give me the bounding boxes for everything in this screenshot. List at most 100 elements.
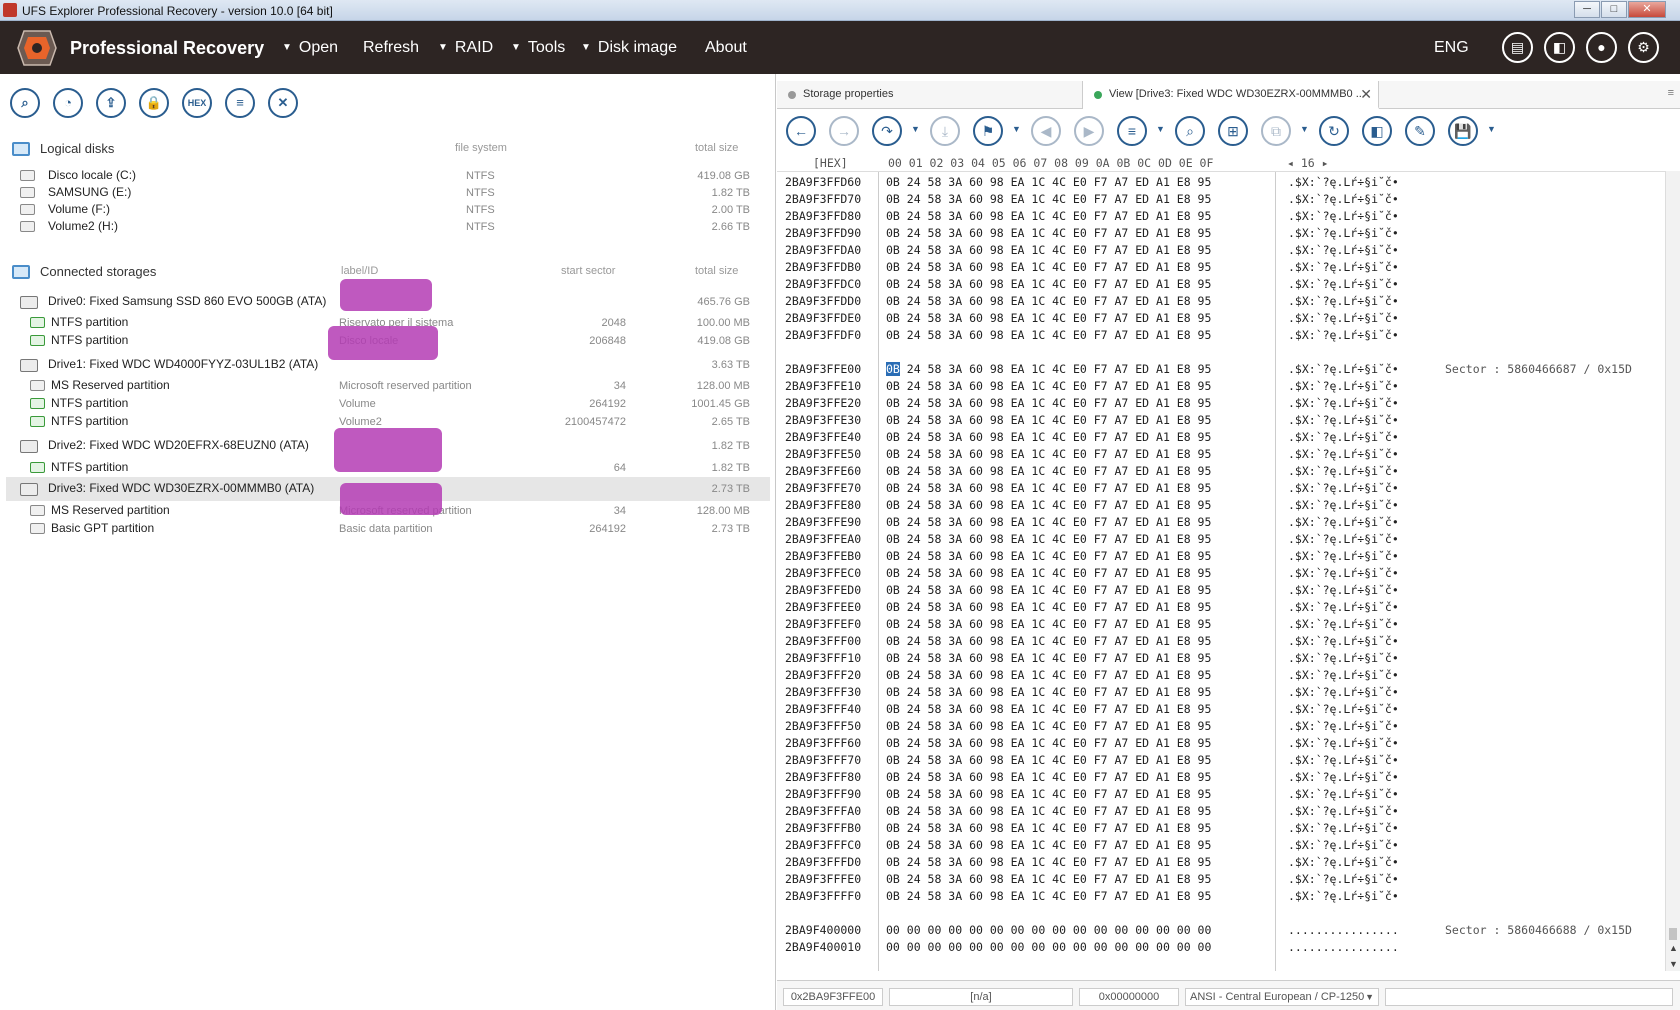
hex-text[interactable]: .$X:`?ę.Lŕ÷§i˘č• — [1288, 175, 1399, 189]
logical-disk-row[interactable]: SAMSUNG (E:) NTFS 1.82 TB — [6, 184, 770, 202]
split-view-icon[interactable]: ◧ — [1362, 116, 1392, 146]
hex-bytes[interactable]: 0B 24 58 3A 60 98 EA 1C 4C E0 F7 A7 ED A… — [886, 634, 1211, 648]
hex-bytes[interactable]: 0B 24 58 3A 60 98 EA 1C 4C E0 F7 A7 ED A… — [886, 260, 1211, 274]
hex-row[interactable]: 2BA9F3FFE10 0B 24 58 3A 60 98 EA 1C 4C E0… — [777, 378, 1665, 395]
hex-text[interactable]: .$X:`?ę.Lŕ÷§i˘č• — [1288, 668, 1399, 682]
hex-row[interactable]: 2BA9F3FFEC0 0B 24 58 3A 60 98 EA 1C 4C E0… — [777, 565, 1665, 582]
hex-row[interactable]: 2BA9F3FFF70 0B 24 58 3A 60 98 EA 1C 4C E0… — [777, 752, 1665, 769]
hex-view-button[interactable]: HEX — [182, 88, 212, 118]
refresh-icon[interactable]: ↻ — [1319, 116, 1349, 146]
hex-bytes[interactable]: 0B 24 58 3A 60 98 EA 1C 4C E0 F7 A7 ED A… — [886, 430, 1211, 444]
bytes-per-row-control[interactable]: ◂ 16 ▸ — [1287, 156, 1329, 170]
mount-icon[interactable]: ⇪ — [96, 88, 126, 118]
hex-bytes[interactable]: 0B 24 58 3A 60 98 EA 1C 4C E0 F7 A7 ED A… — [886, 481, 1211, 495]
hex-bytes[interactable]: 0B 24 58 3A 60 98 EA 1C 4C E0 F7 A7 ED A… — [886, 702, 1211, 716]
hex-bytes[interactable]: 00 00 00 00 00 00 00 00 00 00 00 00 00 0… — [886, 940, 1211, 954]
hex-grid[interactable]: 2BA9F3FFD60 0B 24 58 3A 60 98 EA 1C 4C E0… — [777, 171, 1665, 971]
hex-row[interactable]: 2BA9F3FFE90 0B 24 58 3A 60 98 EA 1C 4C E0… — [777, 514, 1665, 531]
hex-text[interactable]: .$X:`?ę.Lŕ÷§i˘č• — [1288, 634, 1399, 648]
hex-text[interactable]: .$X:`?ę.Lŕ÷§i˘č• — [1288, 379, 1399, 393]
hex-text[interactable]: .$X:`?ę.Lŕ÷§i˘č• — [1288, 821, 1399, 835]
hex-text[interactable]: .$X:`?ę.Lŕ÷§i˘č• — [1288, 192, 1399, 206]
hex-row[interactable]: 2BA9F3FFE40 0B 24 58 3A 60 98 EA 1C 4C E0… — [777, 429, 1665, 446]
download-icon[interactable]: ⤓ — [930, 116, 960, 146]
hex-bytes[interactable]: 0B 24 58 3A 60 98 EA 1C 4C E0 F7 A7 ED A… — [886, 379, 1211, 393]
hex-bytes[interactable]: 0B 24 58 3A 60 98 EA 1C 4C E0 F7 A7 ED A… — [886, 804, 1211, 818]
hex-bytes[interactable]: 0B 24 58 3A 60 98 EA 1C 4C E0 F7 A7 ED A… — [886, 617, 1211, 631]
news-icon[interactable]: ▤ — [1502, 32, 1533, 63]
hex-text[interactable]: .$X:`?ę.Lŕ÷§i˘č• — [1288, 872, 1399, 886]
bookmark-icon[interactable]: ⚑ — [973, 116, 1003, 146]
jump-dropdown-icon[interactable]: ▼ — [911, 124, 920, 134]
hex-bytes[interactable]: 0B 24 58 3A 60 98 EA 1C 4C E0 F7 A7 ED A… — [886, 192, 1211, 206]
hex-row[interactable]: 2BA9F3FFE20 0B 24 58 3A 60 98 EA 1C 4C E0… — [777, 395, 1665, 412]
partition-row[interactable]: Basic GPT partition Basic data partition 2… — [6, 520, 770, 538]
hex-row[interactable]: 2BA9F3FFEA0 0B 24 58 3A 60 98 EA 1C 4C E0… — [777, 531, 1665, 548]
hex-row[interactable]: 2BA9F3FFD70 0B 24 58 3A 60 98 EA 1C 4C E0… — [777, 191, 1665, 208]
hex-text[interactable]: ................ — [1288, 940, 1399, 954]
menu-refresh[interactable]: Refresh — [363, 39, 419, 57]
grid-icon[interactable]: ⊞ — [1218, 116, 1248, 146]
hex-text[interactable]: .$X:`?ę.Lŕ÷§i˘č• — [1288, 311, 1399, 325]
panel-icon[interactable]: ◧ — [1544, 32, 1575, 63]
logical-disk-row[interactable]: Volume2 (H:) NTFS 2.66 TB — [6, 218, 770, 236]
back-icon[interactable]: ← — [786, 116, 816, 146]
hex-text[interactable]: .$X:`?ę.Lŕ÷§i˘č• — [1288, 396, 1399, 410]
partition-row[interactable]: NTFS partition Volume 264192 1001.45 GB — [6, 395, 770, 413]
hex-row[interactable]: 2BA9F3FFDF0 0B 24 58 3A 60 98 EA 1C 4C E0… — [777, 327, 1665, 344]
hex-text[interactable]: .$X:`?ę.Lŕ÷§i˘č• — [1288, 549, 1399, 563]
find-icon[interactable]: ⌕ — [1175, 116, 1205, 146]
hex-text[interactable]: ................ — [1288, 923, 1399, 937]
minimize-button[interactable]: ─ — [1574, 1, 1600, 18]
hex-row[interactable]: 2BA9F3FFF40 0B 24 58 3A 60 98 EA 1C 4C E0… — [777, 701, 1665, 718]
vertical-scrollbar[interactable]: ▲ ▼ — [1665, 171, 1680, 971]
hex-text[interactable]: .$X:`?ę.Lŕ÷§i˘č• — [1288, 566, 1399, 580]
hex-bytes[interactable]: 0B 24 58 3A 60 98 EA 1C 4C E0 F7 A7 ED A… — [886, 515, 1211, 529]
hex-row[interactable]: 2BA9F3FFE00 0B 24 58 3A 60 98 EA 1C 4C E0… — [777, 361, 1665, 378]
hex-row[interactable]: 2BA9F3FFF00 0B 24 58 3A 60 98 EA 1C 4C E0… — [777, 633, 1665, 650]
hex-text[interactable]: .$X:`?ę.Lŕ÷§i˘č• — [1288, 685, 1399, 699]
scroll-thumb[interactable] — [1669, 928, 1677, 940]
menu-open[interactable]: ▼ Open — [282, 39, 338, 57]
hex-text[interactable]: .$X:`?ę.Lŕ÷§i˘č• — [1288, 753, 1399, 767]
hex-text[interactable]: .$X:`?ę.Lŕ÷§i˘č• — [1288, 362, 1399, 376]
hex-row[interactable]: 2BA9F3FFE60 0B 24 58 3A 60 98 EA 1C 4C E0… — [777, 463, 1665, 480]
hex-text[interactable]: .$X:`?ę.Lŕ÷§i˘č• — [1288, 328, 1399, 342]
list-dropdown-icon[interactable]: ▼ — [1156, 124, 1165, 134]
hex-row[interactable]: 2BA9F3FFF60 0B 24 58 3A 60 98 EA 1C 4C E0… — [777, 735, 1665, 752]
hex-bytes[interactable]: 0B 24 58 3A 60 98 EA 1C 4C E0 F7 A7 ED A… — [886, 277, 1211, 291]
jump-icon[interactable]: ↷ — [872, 116, 902, 146]
hex-text[interactable]: .$X:`?ę.Lŕ÷§i˘č• — [1288, 260, 1399, 274]
hex-bytes[interactable]: 0B 24 58 3A 60 98 EA 1C 4C E0 F7 A7 ED A… — [886, 736, 1211, 750]
hex-bytes[interactable]: 0B 24 58 3A 60 98 EA 1C 4C E0 F7 A7 ED A… — [886, 821, 1211, 835]
hex-row[interactable]: 2BA9F3FFF10 0B 24 58 3A 60 98 EA 1C 4C E0… — [777, 650, 1665, 667]
hex-bytes[interactable]: 0B 24 58 3A 60 98 EA 1C 4C E0 F7 A7 ED A… — [886, 447, 1211, 461]
hex-text[interactable]: .$X:`?ę.Lŕ÷§i˘č• — [1288, 787, 1399, 801]
hex-bytes[interactable]: 0B 24 58 3A 60 98 EA 1C 4C E0 F7 A7 ED A… — [886, 498, 1211, 512]
hex-row[interactable]: 2BA9F3FFE30 0B 24 58 3A 60 98 EA 1C 4C E0… — [777, 412, 1665, 429]
hex-text[interactable]: .$X:`?ę.Lŕ÷§i˘č• — [1288, 294, 1399, 308]
hex-row[interactable]: 2BA9F3FFEE0 0B 24 58 3A 60 98 EA 1C 4C E0… — [777, 599, 1665, 616]
hex-text[interactable]: .$X:`?ę.Lŕ÷§i˘č• — [1288, 804, 1399, 818]
forward-icon[interactable]: → — [829, 116, 859, 146]
hex-bytes[interactable]: 00 00 00 00 00 00 00 00 00 00 00 00 00 0… — [886, 923, 1211, 937]
bookmark-dropdown-icon[interactable]: ▼ — [1012, 124, 1021, 134]
hex-row[interactable]: 2BA9F3FFDD0 0B 24 58 3A 60 98 EA 1C 4C E0… — [777, 293, 1665, 310]
hex-text[interactable]: .$X:`?ę.Lŕ÷§i˘č• — [1288, 617, 1399, 631]
hex-text[interactable]: .$X:`?ę.Lŕ÷§i˘č• — [1288, 770, 1399, 784]
hex-row[interactable]: 2BA9F3FFED0 0B 24 58 3A 60 98 EA 1C 4C E0… — [777, 582, 1665, 599]
prev-bookmark-icon[interactable]: ◀ — [1031, 116, 1061, 146]
hex-bytes[interactable]: 0B 24 58 3A 60 98 EA 1C 4C E0 F7 A7 ED A… — [886, 549, 1211, 563]
hex-text[interactable]: .$X:`?ę.Lŕ÷§i˘č• — [1288, 226, 1399, 240]
hex-row[interactable]: 2BA9F3FFFE0 0B 24 58 3A 60 98 EA 1C 4C E0… — [777, 871, 1665, 888]
search-icon[interactable]: ⌕ — [10, 88, 40, 118]
hex-bytes[interactable]: 0B 24 58 3A 60 98 EA 1C 4C E0 F7 A7 ED A… — [886, 855, 1211, 869]
hex-text[interactable]: .$X:`?ę.Lŕ÷§i˘č• — [1288, 855, 1399, 869]
hex-row[interactable]: 2BA9F3FFF30 0B 24 58 3A 60 98 EA 1C 4C E0… — [777, 684, 1665, 701]
hex-row[interactable]: 2BA9F3FFF80 0B 24 58 3A 60 98 EA 1C 4C E0… — [777, 769, 1665, 786]
tab-hex-view[interactable]: View [Drive3: Fixed WDC WD30EZRX-00MMMB0… — [1083, 81, 1379, 109]
hex-text[interactable]: .$X:`?ę.Lŕ÷§i˘č• — [1288, 600, 1399, 614]
language-selector[interactable]: ENG — [1434, 39, 1469, 57]
menu-tools[interactable]: ▼ Tools — [511, 39, 565, 57]
tab-menu-icon[interactable]: ≡ — [1668, 87, 1674, 99]
